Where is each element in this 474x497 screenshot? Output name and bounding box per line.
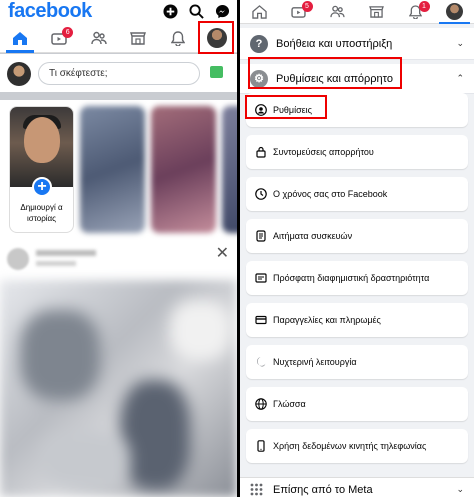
help-section[interactable]: ? Βοήθεια και υποστήριξη ⌄ — [240, 28, 474, 60]
right-panel: 5 1 ? Βοήθεια και υποστήριξη ⌄ ⚙ Ρυθμίσε… — [240, 0, 474, 497]
help-section-label: Βοήθεια και υποστήριξη — [276, 37, 393, 50]
tab-notifications[interactable]: 1 — [396, 0, 435, 23]
menu-item-orders-payments[interactable]: Παραγγελίες και πληρωμές — [246, 303, 468, 337]
tab-friends[interactable] — [79, 24, 119, 52]
search-icon[interactable] — [188, 3, 205, 20]
video-badge: 5 — [301, 1, 313, 12]
tab-home[interactable] — [240, 0, 279, 23]
stories-tray: + Δημιουργί α ιστορίας — [0, 100, 237, 240]
feed-post: ✕ — [0, 240, 237, 497]
menu-item-mobile-data[interactable]: Χρήση δεδομένων κινητής τηλεφωνίας — [246, 429, 468, 463]
lock-icon — [255, 146, 267, 158]
question-icon: ? — [250, 34, 268, 53]
add-story-plus-icon[interactable]: + — [32, 177, 52, 197]
menu-item-time-on-facebook[interactable]: Ο χρόνος σας στο Facebook — [246, 177, 468, 211]
meta-section-label: Επίσης από το Meta — [273, 483, 373, 496]
story-card[interactable] — [80, 106, 145, 233]
menu-item-label: Γλώσσα — [273, 399, 306, 409]
tab-video[interactable]: 5 — [279, 0, 318, 23]
tab-notifications[interactable] — [158, 24, 198, 52]
card-icon — [255, 314, 267, 326]
menu-item-dark-mode[interactable]: Νυχτερινή λειτουργία — [246, 345, 468, 379]
create-story-label: Δημιουργί α ιστορίας — [20, 203, 63, 223]
story-profile-photo — [10, 107, 73, 187]
marketplace-icon — [369, 6, 384, 18]
friends-icon — [330, 5, 345, 18]
status-input[interactable]: Τι σκέφτεστε; — [38, 62, 200, 85]
friends-icon — [91, 31, 107, 45]
moon-icon — [255, 356, 267, 368]
settings-item-highlight — [245, 95, 327, 119]
menu-item-language[interactable]: Γλώσσα — [246, 387, 468, 421]
globe-icon — [255, 398, 267, 410]
story-card[interactable] — [151, 106, 216, 233]
split-screenshot: facebook 6 Τι σκέφτεστε; + Δημιουργί α ι… — [0, 0, 474, 497]
avatar[interactable] — [7, 62, 31, 86]
video-badge: 6 — [62, 27, 74, 38]
menu-item-label: Αιτήματα συσκευών — [273, 231, 353, 241]
chevron-down-icon: ⌄ — [456, 38, 464, 48]
settings-section-highlight — [248, 57, 402, 89]
create-plus-icon[interactable] — [162, 3, 179, 20]
story-card[interactable] — [222, 106, 237, 233]
close-icon[interactable]: ✕ — [216, 243, 229, 263]
marketplace-icon — [130, 32, 147, 45]
tab-menu[interactable] — [435, 0, 474, 24]
device-icon — [255, 230, 267, 242]
menu-item-ad-activity[interactable]: Πρόσφατη διαφημιστική δραστηριότητα — [246, 261, 468, 295]
menu-tab-highlight — [198, 21, 234, 54]
facebook-logo[interactable]: facebook — [8, 0, 92, 23]
tab-friends[interactable] — [318, 0, 357, 23]
menu-item-device-requests[interactable]: Αιτήματα συσκευών — [246, 219, 468, 253]
left-panel: facebook 6 Τι σκέφτεστε; + Δημιουργί α ι… — [0, 0, 237, 497]
menu-item-privacy-shortcuts[interactable]: Συντομεύσεις απορρήτου — [246, 135, 468, 169]
menu-item-label: Παραγγελίες και πληρωμές — [273, 315, 381, 325]
clock-icon — [255, 188, 267, 200]
menu-item-label: Χρήση δεδομένων κινητής τηλεφωνίας — [273, 441, 427, 451]
menu-item-label: Ο χρόνος σας στο Facebook — [273, 189, 388, 199]
tab-marketplace[interactable] — [119, 24, 159, 52]
bell-icon — [170, 30, 185, 46]
post-image[interactable] — [0, 280, 237, 497]
photo-icon[interactable] — [210, 66, 223, 78]
menu-item-label: Συντομεύσεις απορρήτου — [273, 147, 374, 157]
home-icon — [252, 4, 267, 19]
tab-home[interactable] — [0, 24, 40, 53]
tab-video[interactable]: 6 — [40, 24, 80, 52]
messenger-icon[interactable] — [214, 3, 231, 20]
main-tabs: 5 1 — [240, 0, 474, 24]
create-story-card[interactable]: + Δημιουργί α ιστορίας — [9, 106, 74, 233]
home-icon — [12, 31, 27, 45]
notifications-badge: 1 — [418, 1, 430, 12]
post-composer: Τι σκέφτεστε; — [0, 54, 237, 92]
phone-icon — [255, 440, 267, 452]
post-header: ✕ — [0, 240, 237, 275]
profile-menu-icon — [446, 3, 463, 20]
ad-activity-icon — [255, 272, 267, 284]
avatar[interactable] — [7, 248, 29, 270]
chevron-up-icon: ⌃ — [456, 73, 464, 83]
tab-marketplace[interactable] — [357, 0, 396, 23]
grid-icon — [250, 483, 263, 496]
meta-section[interactable]: Επίσης από το Meta ⌄ — [240, 477, 474, 497]
menu-item-label: Νυχτερινή λειτουργία — [273, 357, 357, 367]
chevron-down-icon: ⌄ — [456, 484, 464, 494]
menu-item-label: Πρόσφατη διαφημιστική δραστηριότητα — [273, 273, 430, 283]
